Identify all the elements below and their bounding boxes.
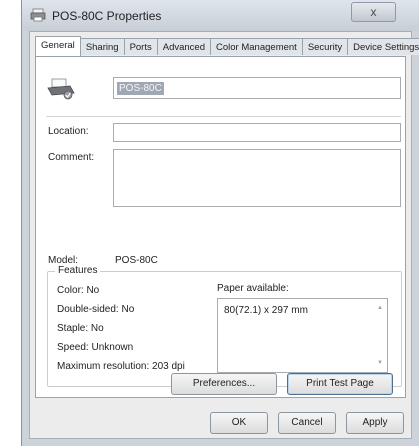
model-value: POS-80C xyxy=(115,255,158,266)
scroll-up-icon[interactable]: ▲ xyxy=(377,305,383,311)
printer-icon xyxy=(30,8,46,22)
tab-device-settings[interactable]: Device Settings xyxy=(347,38,419,55)
tab-general[interactable]: General xyxy=(35,36,81,56)
properties-dialog: POS-80C Properties x General Sharing Por… xyxy=(21,0,419,446)
location-field[interactable] xyxy=(113,123,401,142)
paper-available-label: Paper available: xyxy=(217,283,289,294)
apply-button[interactable]: Apply xyxy=(346,412,404,434)
feature-double-sided: Double-sided: No xyxy=(57,304,135,315)
tab-color-management[interactable]: Color Management xyxy=(210,38,303,55)
feature-staple: Staple: No xyxy=(57,323,104,334)
feature-speed: Speed: Unknown xyxy=(57,342,134,353)
receipt-printer-icon xyxy=(47,78,75,100)
features-title: Features xyxy=(55,265,101,276)
printer-name-value: POS-80C xyxy=(117,82,164,95)
general-tab-panel: POS-80C Location: Comment: Model: POS-80… xyxy=(35,56,406,398)
comment-label: Comment: xyxy=(48,152,95,163)
comment-field[interactable] xyxy=(113,149,401,207)
ok-button[interactable]: OK xyxy=(210,412,268,434)
feature-max-resolution: Maximum resolution: 203 dpi xyxy=(57,361,185,372)
tab-strip: General Sharing Ports Advanced Color Man… xyxy=(35,36,419,56)
tab-security[interactable]: Security xyxy=(301,38,349,55)
tab-ports[interactable]: Ports xyxy=(123,38,158,55)
paper-list-item[interactable]: 80(72.1) x 297 mm xyxy=(224,305,308,316)
dialog-client-area: General Sharing Ports Advanced Color Man… xyxy=(29,31,419,439)
feature-color: Color: No xyxy=(57,285,100,296)
cancel-button[interactable]: Cancel xyxy=(278,412,336,434)
preferences-button[interactable]: Preferences... xyxy=(171,373,277,395)
divider xyxy=(46,116,401,117)
window-title: POS-80C Properties xyxy=(52,9,162,23)
tab-advanced[interactable]: Advanced xyxy=(156,38,212,55)
location-label: Location: xyxy=(48,126,89,137)
print-test-page-button[interactable]: Print Test Page xyxy=(287,373,393,395)
scroll-down-icon[interactable]: ▼ xyxy=(377,360,383,366)
printer-name-field[interactable]: POS-80C xyxy=(113,77,401,99)
close-button[interactable]: x xyxy=(351,2,396,22)
paper-available-list[interactable]: 80(72.1) x 297 mm ▲ ▼ xyxy=(217,298,388,373)
tab-sharing[interactable]: Sharing xyxy=(79,38,125,55)
title-bar[interactable]: POS-80C Properties x xyxy=(22,0,419,31)
